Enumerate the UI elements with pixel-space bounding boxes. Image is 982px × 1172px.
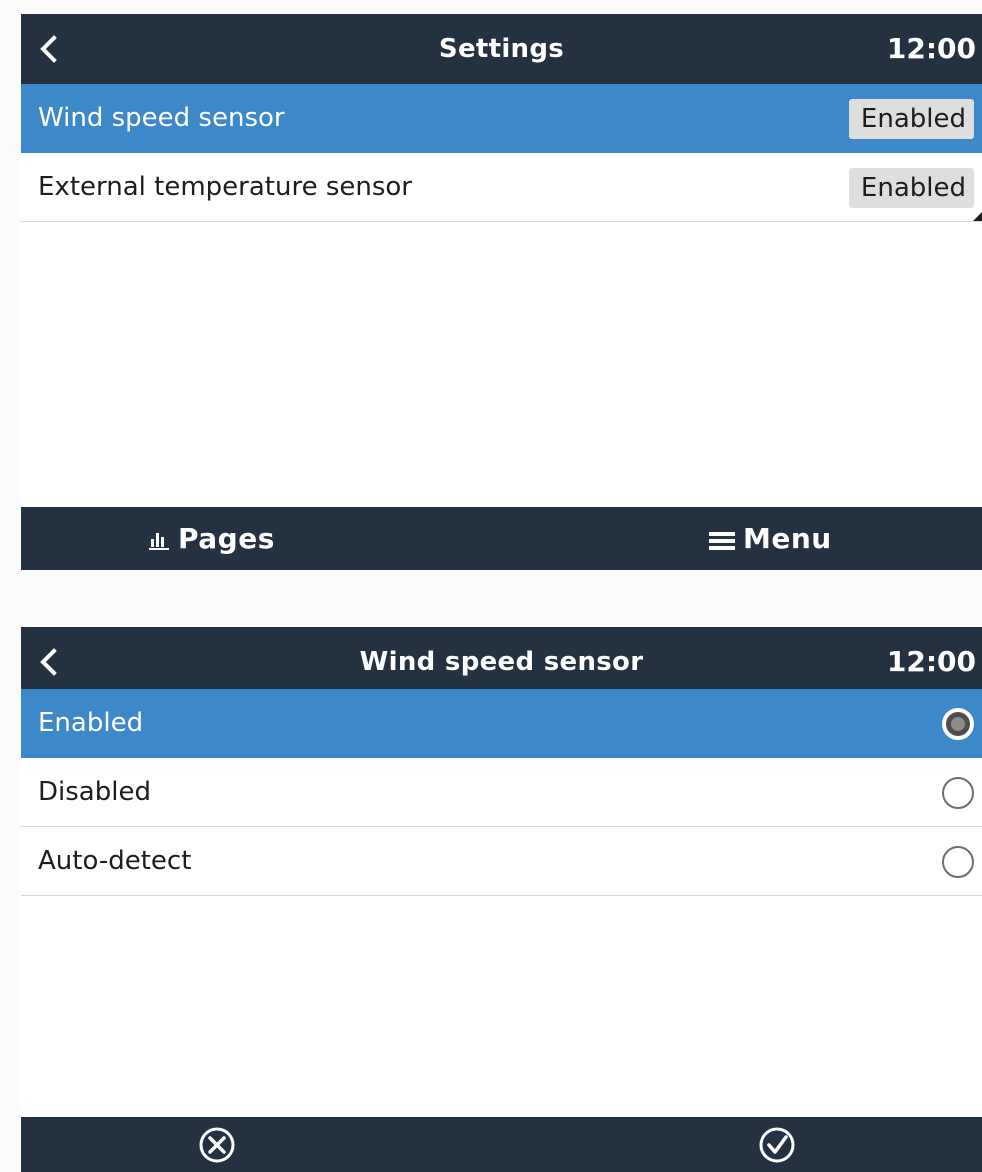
settings-item-wind-speed-sensor[interactable]: Wind speed sensor Enabled (21, 84, 982, 153)
cancel-circle-icon[interactable] (198, 1126, 236, 1164)
option-footer (21, 1117, 982, 1172)
page-title: Wind speed sensor (359, 647, 644, 677)
pages-button[interactable]: Pages (148, 507, 275, 570)
menu-label: Menu (743, 522, 832, 555)
settings-item-label: External temperature sensor (38, 172, 412, 202)
settings-footer: Pages Menu (21, 507, 982, 570)
settings-item-external-temperature-sensor[interactable]: External temperature sensor Enabled (21, 153, 982, 222)
page-title: Settings (438, 34, 565, 64)
option-auto-detect[interactable]: Auto-detect (21, 827, 982, 896)
option-label: Enabled (38, 708, 144, 738)
chevron-left-icon[interactable] (35, 34, 65, 64)
menu-button[interactable]: Menu (709, 507, 832, 570)
clock: 12:00 (886, 645, 976, 678)
radio-unchecked[interactable] (942, 846, 974, 878)
check-circle-icon[interactable] (758, 1126, 796, 1164)
settings-item-value: Enabled (848, 99, 974, 139)
option-enabled[interactable]: Enabled (21, 689, 982, 758)
option-disabled[interactable]: Disabled (21, 758, 982, 827)
hamburger-menu-icon (709, 532, 735, 550)
settings-item-label: Wind speed sensor (38, 103, 285, 133)
option-screen: Wind speed sensor 12:00 Enabled Disabled… (21, 627, 982, 1172)
bar-chart-icon (149, 533, 169, 550)
chevron-left-icon[interactable] (35, 647, 65, 677)
settings-screen: Settings 12:00 Wind speed sensor Enabled… (21, 14, 982, 570)
settings-item-value: Enabled (848, 168, 974, 208)
settings-header: Settings 12:00 (21, 14, 982, 84)
radio-unchecked[interactable] (942, 777, 974, 809)
scroll-indicator (973, 212, 982, 221)
clock: 12:00 (886, 32, 976, 65)
pages-label: Pages (178, 522, 275, 555)
option-label: Disabled (38, 777, 151, 807)
option-label: Auto-detect (38, 846, 192, 876)
option-header: Wind speed sensor 12:00 (21, 627, 982, 697)
radio-checked[interactable] (942, 708, 974, 740)
